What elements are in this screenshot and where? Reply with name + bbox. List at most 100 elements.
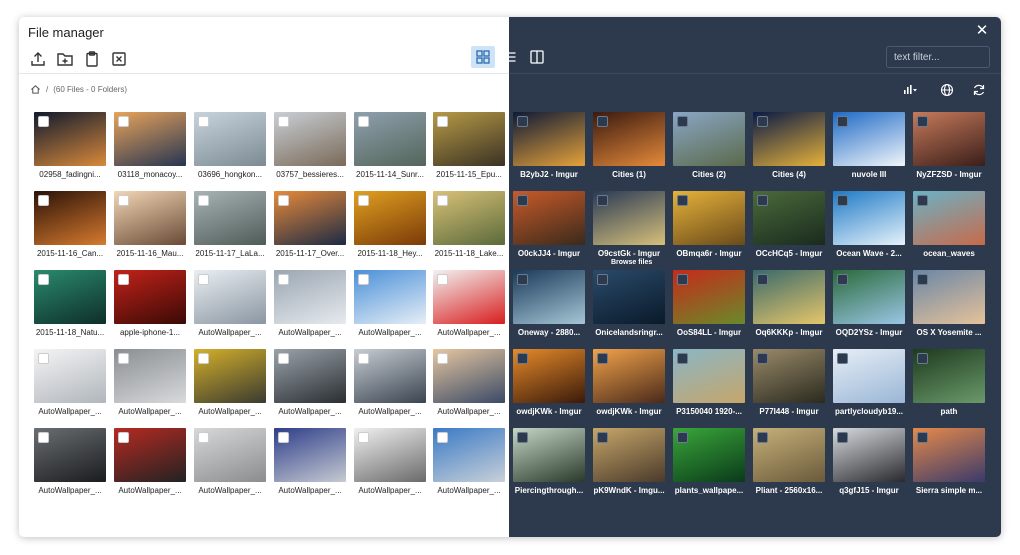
file-item[interactable]: AutoWallpaper_... (354, 349, 426, 421)
file-checkbox[interactable] (38, 432, 49, 443)
file-checkbox[interactable] (837, 195, 848, 206)
file-checkbox[interactable] (437, 432, 448, 443)
file-item[interactable]: O9cstGk - Imgur (593, 191, 665, 263)
file-item[interactable]: nuvole III (833, 112, 905, 184)
file-checkbox[interactable] (837, 274, 848, 285)
file-item[interactable]: 2015-11-17_Over... (274, 191, 346, 263)
file-item[interactable]: 03696_hongkon... (194, 112, 266, 184)
file-item[interactable]: 2015-11-18_Natu... (34, 270, 106, 342)
file-item[interactable]: 2015-11-18_Hey... (354, 191, 426, 263)
file-item[interactable]: partlycloudyb19... (833, 349, 905, 421)
file-checkbox[interactable] (198, 353, 209, 364)
file-item[interactable]: 2015-11-14_Sunr... (354, 112, 426, 184)
file-item[interactable]: OoS84LL - Imgur (673, 270, 745, 342)
file-checkbox[interactable] (198, 432, 209, 443)
file-item[interactable]: Cities (2) (673, 112, 745, 184)
file-item[interactable]: Ocean Wave - 2... (833, 191, 905, 263)
file-checkbox[interactable] (38, 116, 49, 127)
file-checkbox[interactable] (118, 353, 129, 364)
upload-button[interactable] (29, 50, 47, 68)
file-item[interactable]: AutoWallpaper_... (274, 428, 346, 500)
split-view-button[interactable] (525, 46, 549, 68)
file-item[interactable]: AutoWallpaper_... (433, 349, 505, 421)
file-checkbox[interactable] (677, 116, 688, 127)
file-item[interactable]: 03757_bessieres... (274, 112, 346, 184)
file-item[interactable]: AutoWallpaper_... (34, 428, 106, 500)
file-checkbox[interactable] (757, 274, 768, 285)
file-item[interactable]: AutoWallpaper_... (433, 428, 505, 500)
file-checkbox[interactable] (198, 274, 209, 285)
file-item[interactable]: 02958_fadingni... (34, 112, 106, 184)
file-item[interactable]: AutoWallpaper_... (34, 349, 106, 421)
file-checkbox[interactable] (278, 116, 289, 127)
file-checkbox[interactable] (118, 432, 129, 443)
file-item[interactable]: OQD2YSz - Imgur (833, 270, 905, 342)
file-checkbox[interactable] (437, 116, 448, 127)
file-item[interactable]: NyZFZSD - Imgur (913, 112, 985, 184)
file-item[interactable]: 2015-11-16_Can... (34, 191, 106, 263)
file-checkbox[interactable] (837, 432, 848, 443)
file-item[interactable]: O0ckJJ4 - Imgur (513, 191, 585, 263)
file-checkbox[interactable] (917, 195, 928, 206)
file-item[interactable]: Oq6KKKp - Imgur (753, 270, 825, 342)
file-item[interactable]: AutoWallpaper_... (114, 349, 186, 421)
file-checkbox[interactable] (517, 195, 528, 206)
file-item[interactable]: AutoWallpaper_... (194, 349, 266, 421)
grid-view-button[interactable] (471, 46, 495, 68)
file-item[interactable]: AutoWallpaper_... (433, 270, 505, 342)
file-item[interactable]: 2015-11-15_Epu... (433, 112, 505, 184)
file-item[interactable]: AutoWallpaper_... (194, 270, 266, 342)
file-checkbox[interactable] (437, 353, 448, 364)
file-checkbox[interactable] (837, 353, 848, 364)
file-checkbox[interactable] (757, 116, 768, 127)
file-item[interactable]: path (913, 349, 985, 421)
file-checkbox[interactable] (517, 353, 528, 364)
language-button[interactable] (940, 83, 956, 97)
file-checkbox[interactable] (38, 195, 49, 206)
file-item[interactable]: AutoWallpaper_... (354, 428, 426, 500)
file-item[interactable]: 2015-11-17_LaLa... (194, 191, 266, 263)
file-checkbox[interactable] (677, 432, 688, 443)
file-checkbox[interactable] (437, 274, 448, 285)
file-checkbox[interactable] (757, 432, 768, 443)
file-item[interactable]: AutoWallpaper_... (194, 428, 266, 500)
file-item[interactable]: q3gfJ15 - Imgur (833, 428, 905, 500)
file-item[interactable]: Piercingthrough... (513, 428, 585, 500)
file-checkbox[interactable] (517, 432, 528, 443)
search-input[interactable]: text filter... (886, 46, 990, 68)
file-checkbox[interactable] (597, 195, 608, 206)
file-item[interactable]: OCcHCq5 - Imgur (753, 191, 825, 263)
file-item[interactable]: 03118_monacoy... (114, 112, 186, 184)
file-item[interactable]: Sierra simple m... (913, 428, 985, 500)
home-icon[interactable] (30, 84, 41, 95)
file-item[interactable]: OBmqa6r - Imgur (673, 191, 745, 263)
file-checkbox[interactable] (917, 353, 928, 364)
file-item[interactable]: Pliant - 2560x16... (753, 428, 825, 500)
file-item[interactable]: Onicelandsringr... (593, 270, 665, 342)
file-checkbox[interactable] (917, 116, 928, 127)
file-checkbox[interactable] (517, 116, 528, 127)
close-icon[interactable]: ✕ (974, 23, 990, 39)
file-checkbox[interactable] (38, 353, 49, 364)
file-checkbox[interactable] (597, 353, 608, 364)
file-checkbox[interactable] (278, 274, 289, 285)
file-item[interactable]: plants_wallpape... (673, 428, 745, 500)
file-checkbox[interactable] (118, 195, 129, 206)
file-checkbox[interactable] (837, 116, 848, 127)
file-item[interactable]: AutoWallpaper_... (354, 270, 426, 342)
file-checkbox[interactable] (358, 432, 369, 443)
sort-button[interactable] (903, 83, 919, 97)
file-item[interactable]: Oneway - 2880... (513, 270, 585, 342)
file-item[interactable]: 2015-11-18_Lake... (433, 191, 505, 263)
file-item[interactable]: owdjKWk - Imgur (513, 349, 585, 421)
file-checkbox[interactable] (597, 116, 608, 127)
list-view-button[interactable] (498, 46, 522, 68)
file-item[interactable]: apple-iphone-1... (114, 270, 186, 342)
file-checkbox[interactable] (597, 432, 608, 443)
file-checkbox[interactable] (358, 353, 369, 364)
file-checkbox[interactable] (198, 195, 209, 206)
file-item[interactable]: pK9WndK - Imgu... (593, 428, 665, 500)
file-checkbox[interactable] (597, 274, 608, 285)
file-item[interactable]: Cities (4) (753, 112, 825, 184)
file-checkbox[interactable] (198, 116, 209, 127)
